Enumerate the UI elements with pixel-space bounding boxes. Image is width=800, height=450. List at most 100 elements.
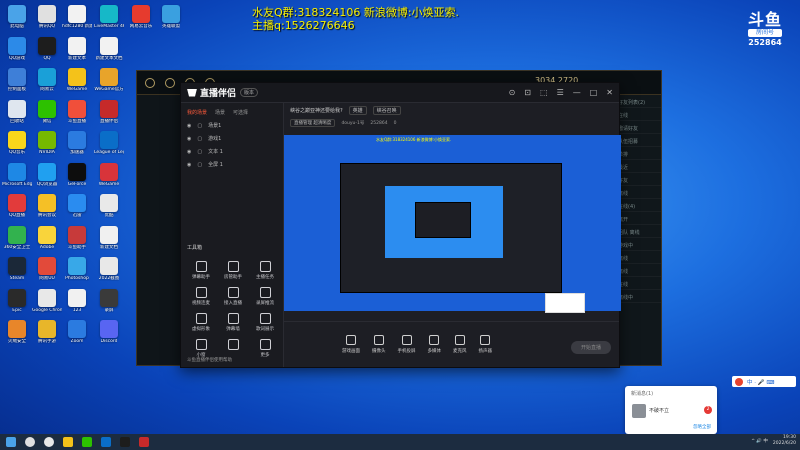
scene-tab[interactable]: 可选择 [233,109,248,116]
desktop-icon[interactable]: League of Legends [94,131,124,155]
desktop-icon[interactable]: 123 [63,288,91,313]
desktop-icon[interactable]: 新建文档 [95,225,123,250]
bottom-tool-button[interactable]: 多媒体 [428,335,441,354]
desktop-icon[interactable]: Photoshop [63,257,91,281]
desktop-icon[interactable]: LiveMaster 4K [94,5,124,29]
scene-item[interactable]: ◉ ▢ 全屏 1 [181,158,283,171]
friend-list-item[interactable]: 邀请好友 [614,121,661,134]
desktop-icon[interactable]: 加速器 [63,131,91,155]
desktop-icon[interactable]: Microsoft Edge [2,162,32,187]
eye-icon[interactable]: ◉ [187,162,191,168]
bottom-tool-button[interactable]: 游戏画面 [342,335,360,354]
start-icon[interactable] [6,437,16,447]
friend-list-item[interactable]: 游戏中 [614,238,661,251]
toolbox-item[interactable]: 虚拟形象 [185,313,217,332]
desktop-icon[interactable]: GeForce [63,162,91,187]
toolbox-item[interactable]: 弹幕墙 [217,313,249,332]
desktop-icon[interactable]: 网易UU [33,257,61,281]
desktop-icon[interactable]: 斗鱼直播 [63,99,91,124]
obs-version-tag[interactable]: 版本 [240,88,259,97]
window-control-icon[interactable]: ⊡ [524,88,531,97]
desktop-icon[interactable]: 控制面板 [3,68,31,92]
desktop-icon[interactable]: QQ游戏 [3,36,31,61]
toolbox-item[interactable]: 接入直播 [217,287,249,306]
toolbox-item[interactable]: 弹幕助手 [185,261,217,280]
friend-list-item[interactable]: 离开 [614,212,661,225]
desktop-icon[interactable]: 网易云 [33,68,61,92]
desktop-icon[interactable]: Epic [3,288,31,313]
desktop-icon[interactable]: 此电脑 [3,5,31,29]
category-pill[interactable]: 英雄 [348,105,367,115]
friend-list-item[interactable]: 队伍招募 [614,134,661,147]
window-control-icon[interactable]: — [573,88,581,97]
friend-list-item[interactable]: 离线 [614,251,661,264]
desktop-icon[interactable]: 微信 [33,99,61,124]
companion-icon[interactable] [139,437,149,447]
friend-list-item[interactable]: 离线 [614,264,661,277]
desktop-icon[interactable]: QQ浏览器 [33,162,61,187]
desktop-icon[interactable]: Discord [95,320,123,344]
desktop-icon[interactable]: WeGame [95,162,123,187]
window-control-icon[interactable]: ☰ [557,88,564,97]
desktop-icon[interactable]: 腾讯手游 [33,320,61,344]
window-control-icon[interactable]: ⊙ [509,88,516,97]
tray-icons[interactable]: ^ 🔊 中 [751,438,768,444]
help-notice[interactable]: 斗鱼直播伴侣使用帮助 [187,357,232,363]
desktop-icon[interactable]: 腾讯会议 [33,194,61,218]
bottom-tool-button[interactable]: 麦克风 [453,335,467,354]
eye-icon[interactable]: ◉ [187,136,191,142]
desktop-icon[interactable]: 优酷 [95,194,123,218]
window-control-icon[interactable]: □ [590,88,598,97]
bottom-tool-button[interactable]: 手机投屏 [398,335,416,354]
toolbox-item[interactable]: 视频连麦 [185,287,217,306]
league-icon[interactable] [101,437,111,447]
friend-list-item[interactable]: 离线 [614,186,661,199]
desktop-icon[interactable]: Steam [3,257,31,281]
eye-icon[interactable]: ◉ [187,123,191,129]
desktop-icon[interactable]: NVIDIA [33,131,61,155]
toolbox-item[interactable]: 小窗 [185,339,217,358]
lock-icon[interactable]: ▢ [197,149,202,155]
eye-icon[interactable]: ◉ [187,149,191,155]
bottom-tool-button[interactable]: 扬声器 [479,335,492,354]
search-icon[interactable] [25,437,35,447]
toolbox-item[interactable]: 更多 [249,339,281,358]
scene-item[interactable]: ◉ ▢ 文本 1 [181,145,283,158]
desktop-icon[interactable]: 斗鱼助手 [63,225,91,250]
desktop-icon[interactable]: 360安全卫士 [3,225,31,250]
desktop-icon[interactable]: 迅雷 [63,194,91,218]
desktop-icon[interactable]: hdfc1280 新建文件夹 [62,5,92,29]
lock-icon[interactable]: ▢ [197,136,202,142]
desktop-icon[interactable]: 新建文本文档 [95,36,123,61]
quality-pill[interactable]: 直播管理 超清晰度 [290,119,336,127]
bottom-tool-button[interactable]: 摄像头 [372,335,386,354]
desktop-icon[interactable]: QQ音乐 [3,131,31,155]
toolbox-item[interactable]: 录屏推流 [249,287,281,306]
desktop-icon[interactable]: Zoom [63,320,91,344]
folder-icon[interactable] [63,437,73,447]
window-control-icon[interactable]: ✕ [606,88,613,97]
chrome-icon[interactable] [44,437,54,447]
desktop-icon[interactable]: Adobe [33,225,61,250]
desktop-icon[interactable]: QQ直播 [3,194,31,218]
desktop-icon[interactable]: 网易云音乐 [127,5,155,29]
friend-list-item[interactable]: 离线中 [614,290,661,303]
friend-list-item[interactable]: 好友列表(2) [614,95,661,108]
desktop-icon[interactable]: 新建文本 [63,36,91,61]
toolbox-item[interactable] [217,339,249,358]
desktop-icon[interactable]: WeGame [63,68,91,92]
toolbox-item[interactable]: 主播任务 [249,261,281,280]
start-stream-button[interactable]: 开始直播 [571,341,611,354]
desktop-icon[interactable]: 录屏 [95,288,123,313]
window-control-icon[interactable]: ⬚ [540,88,548,97]
game-nav-icon[interactable] [165,77,175,88]
category-pill-2[interactable]: 峡谷召唤 [372,105,401,115]
desktop-icon[interactable]: 回收站 [3,99,31,124]
desktop-icon[interactable]: Google Chrome [32,288,62,313]
desktop-icon[interactable]: 英雄联盟 [157,5,185,29]
ignore-all-link[interactable]: 忽略全部 [693,424,711,430]
friend-list-item[interactable]: 在线(4) [614,199,661,212]
scene-item[interactable]: ◉ ▢ 场景1 [181,119,283,132]
desktop-icon[interactable]: QQ [33,36,61,61]
app-icon[interactable] [120,437,130,447]
